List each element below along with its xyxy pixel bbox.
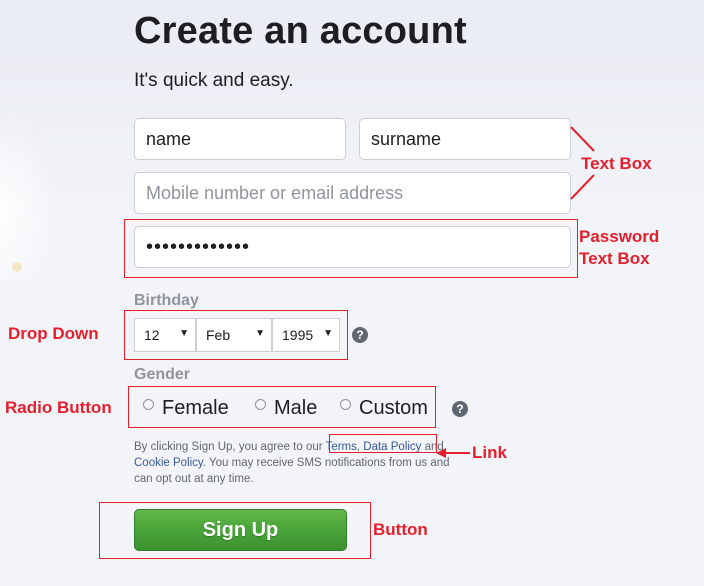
annotation-password-line2: Text Box bbox=[579, 249, 650, 268]
annotation-button: Button bbox=[373, 520, 428, 539]
annotation-radio-button: Radio Button bbox=[5, 398, 112, 417]
link-arrow-head bbox=[436, 448, 446, 458]
annotation-password-line1: Password bbox=[579, 227, 660, 246]
annotation-drop-down: Drop Down bbox=[8, 324, 99, 343]
annotation-text-box: Text Box bbox=[581, 154, 652, 173]
annotation-link: Link bbox=[472, 443, 507, 462]
annotation-lines bbox=[436, 126, 595, 458]
text-box-pointer-upper bbox=[570, 126, 595, 152]
text-box-pointer-lower bbox=[570, 174, 595, 200]
